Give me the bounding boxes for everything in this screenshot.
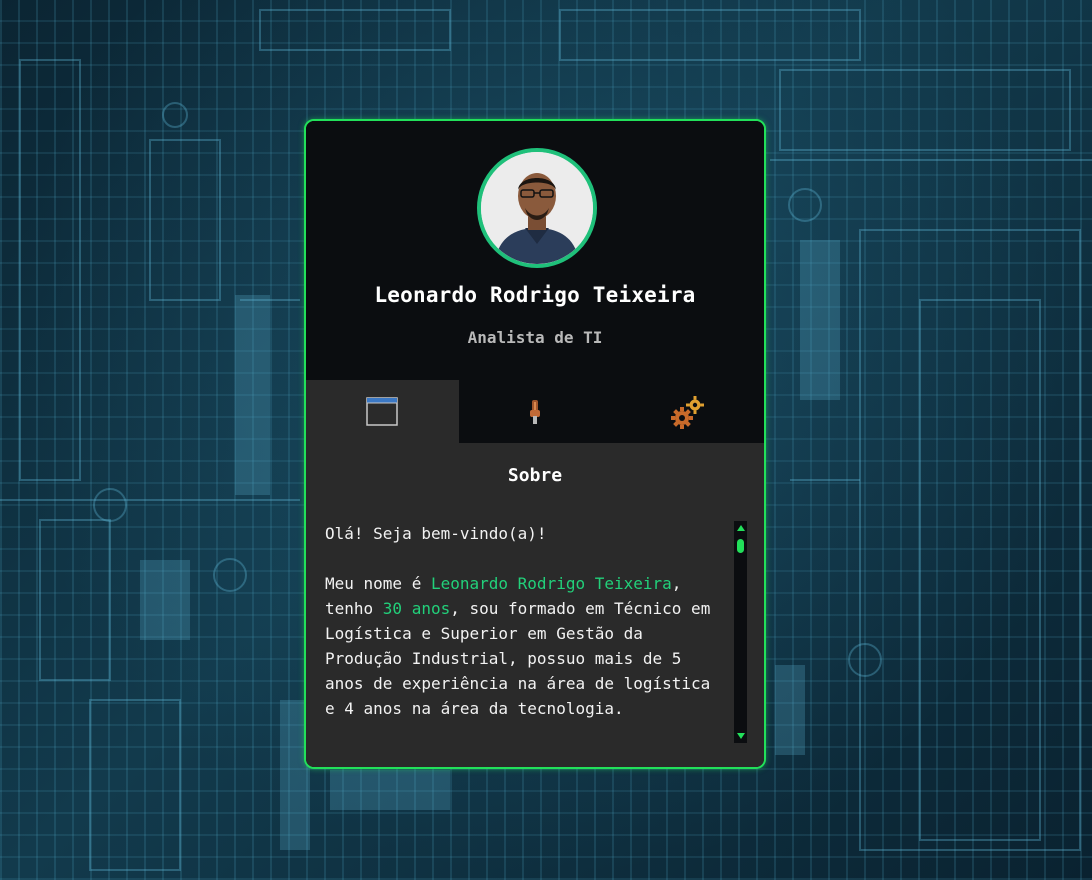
section-title: Sobre xyxy=(507,465,563,486)
scroll-up-arrow-icon[interactable] xyxy=(737,525,745,531)
about-paragraph: Meu nome é Leonardo Rodrigo Teixeira, te… xyxy=(325,571,721,721)
highlight-age: 30 anos xyxy=(382,599,451,618)
gears-icon xyxy=(670,395,704,429)
highlight-name: Leonardo Rodrigo Teixeira xyxy=(430,574,672,593)
avatar-photo-icon xyxy=(481,152,593,264)
profile-role: Analista de TI xyxy=(467,328,603,347)
window-icon xyxy=(366,396,399,426)
about-text: Olá! Seja bem-vindo(a)! Meu nome é Leona… xyxy=(325,521,721,751)
tab-settings[interactable] xyxy=(611,380,764,443)
about-text-part: Meu nome é xyxy=(325,574,431,593)
scroll-down-arrow-icon[interactable] xyxy=(737,733,745,739)
profile-header: Leonardo Rodrigo Teixeira Analista de TI xyxy=(306,121,764,380)
about-panel: Sobre Olá! Seja bem-vindo(a)! Meu nome é… xyxy=(306,443,764,767)
tab-bar xyxy=(306,380,764,443)
scrollbar-thumb[interactable] xyxy=(737,539,744,553)
tab-about[interactable] xyxy=(306,380,459,443)
profile-card: Leonardo Rodrigo Teixeira Analista de TI xyxy=(304,119,766,769)
profile-name: Leonardo Rodrigo Teixeira xyxy=(374,283,696,307)
tab-skills[interactable] xyxy=(458,380,612,443)
avatar xyxy=(477,148,597,268)
thermometer-icon xyxy=(530,399,540,424)
scrollbar[interactable] xyxy=(734,521,747,743)
greeting-text: Olá! Seja bem-vindo(a)! xyxy=(325,524,547,543)
